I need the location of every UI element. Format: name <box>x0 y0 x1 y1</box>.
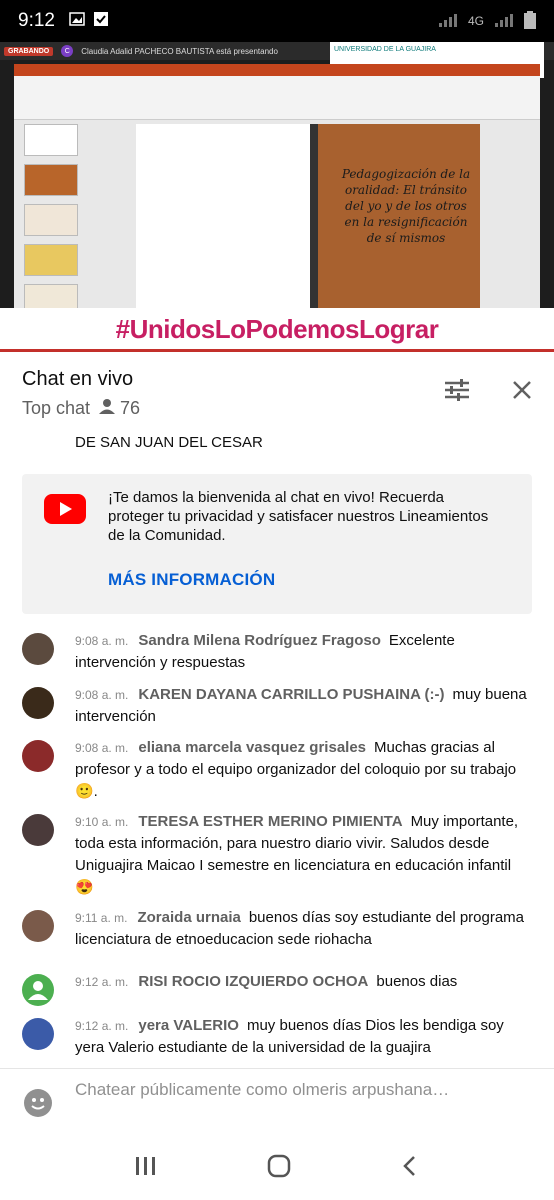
sliders-icon <box>444 378 470 407</box>
network-type: 4G <box>467 14 484 28</box>
avatar[interactable] <box>22 687 54 719</box>
default-avatar-icon <box>28 981 48 1000</box>
chat-header: Chat en vivo Top chat 76 <box>0 352 554 434</box>
chat-message[interactable]: 9:12 a. m. RISI ROCIO IZQUIERDO OCHOA buen… <box>22 971 532 1006</box>
home-icon <box>267 1154 291 1177</box>
back-icon <box>403 1155 415 1176</box>
slide-thumbnails <box>24 124 84 324</box>
presenter-text: Claudia Adalid PACHECO BAUTISTA está pre… <box>81 46 278 56</box>
presenter-avatar: C <box>61 45 74 57</box>
system-nav-bar <box>0 1136 554 1200</box>
slide-canvas <box>136 124 316 324</box>
back-button[interactable] <box>400 1154 420 1183</box>
checkbox-icon <box>93 11 109 32</box>
slide-thumbnail <box>24 244 78 276</box>
hashtag-banner: #UnidosLoPodemosLograr <box>0 308 554 350</box>
message-author[interactable]: Zoraida urnaia <box>137 909 240 926</box>
gallery-icon <box>69 11 85 31</box>
message-author[interactable]: eliana marcela vasquez grisales <box>138 739 366 756</box>
status-bar: 9:12 4G <box>0 0 554 42</box>
message-author[interactable]: RISI ROCIO IZQUIERDO OCHOA <box>138 973 368 990</box>
chat-mode-label: Top chat <box>22 398 91 418</box>
chat-title: Chat en vivo <box>22 368 134 390</box>
close-icon <box>512 380 532 405</box>
chat-settings-button[interactable] <box>441 376 473 408</box>
chat-message[interactable]: 9:12 a. m. yera VALERIO muy buenos días Di… <box>22 1015 532 1059</box>
battery-icon <box>524 10 536 32</box>
message-time: 9:08 a. m. <box>75 634 129 648</box>
chat-mode-selector[interactable]: Top chat 76 <box>22 398 140 419</box>
message-time: 9:10 a. m. <box>75 815 129 829</box>
avatar[interactable] <box>22 740 54 772</box>
message-author[interactable]: yera VALERIO <box>138 1017 239 1034</box>
signal-icon <box>438 13 458 30</box>
slide-thumbnail <box>24 164 78 196</box>
signal-icon-2 <box>494 13 514 30</box>
chat-message[interactable]: 9:11 a. m. Zoraida urnaia buenos días soy … <box>22 907 532 951</box>
chat-message[interactable]: 9:08 a. m. Sandra Milena Rodríguez Fragos… <box>22 630 532 674</box>
video-player[interactable]: GRABANDO C Claudia Adalid PACHECO BAUTIS… <box>0 42 554 352</box>
home-button[interactable] <box>266 1153 292 1184</box>
message-text: buenos dias <box>376 973 458 990</box>
viewer-count-value: 76 <box>120 398 141 418</box>
message-time: 9:12 a. m. <box>75 1019 129 1033</box>
slide-thumbnail <box>24 204 78 236</box>
ppt-ribbon-tabs <box>14 64 540 76</box>
recent-apps-button[interactable] <box>134 1155 158 1182</box>
person-icon <box>98 398 116 419</box>
ppt-ribbon <box>14 76 540 120</box>
youtube-icon <box>44 494 86 524</box>
message-time: 9:08 a. m. <box>75 741 129 755</box>
chat-message[interactable]: 9:08 a. m. eliana marcela vasquez grisale… <box>22 737 532 803</box>
slide-title: Pedagogización de la oralidad: El tránsi… <box>341 167 471 245</box>
avatar[interactable] <box>22 910 54 942</box>
avatar[interactable] <box>22 974 54 1006</box>
message-author[interactable]: KAREN DAYANA CARRILLO PUSHAINA (:-) <box>138 686 444 703</box>
slide-thumbnail <box>24 124 78 156</box>
viewer-count: 76 <box>98 398 140 419</box>
close-chat-button[interactable] <box>506 376 538 408</box>
previous-message-fragment: DE SAN JUAN DEL CESAR <box>75 434 263 451</box>
message-author[interactable]: TERESA ESTHER MERINO PIMIENTA <box>138 813 402 830</box>
avatar[interactable] <box>22 1018 54 1050</box>
avatar[interactable] <box>22 814 54 846</box>
message-time: 9:12 a. m. <box>75 975 129 989</box>
message-author[interactable]: Sandra Milena Rodríguez Fragoso <box>138 632 381 649</box>
emoji-icon <box>31 1098 45 1110</box>
status-time: 9:12 <box>18 10 55 31</box>
message-time: 9:11 a. m. <box>75 911 128 925</box>
recent-apps-icon <box>136 1156 155 1175</box>
message-time: 9:08 a. m. <box>75 688 129 702</box>
chat-message[interactable]: 9:10 a. m. TERESA ESTHER MERINO PIMIENTA M… <box>22 811 532 899</box>
emoji-button[interactable] <box>24 1089 52 1117</box>
chat-input[interactable]: Chatear públicamente como olmeris arpush… <box>75 1079 475 1101</box>
chat-messages[interactable]: DE SAN JUAN DEL CESAR ¡Te damos la bienv… <box>0 434 554 1068</box>
more-info-link[interactable]: MÁS INFORMACIÓN <box>108 570 275 590</box>
avatar[interactable] <box>22 633 54 665</box>
recording-badge: GRABANDO <box>4 46 54 56</box>
chat-input-bar: Chatear públicamente como olmeris arpush… <box>0 1068 554 1136</box>
welcome-text: ¡Te damos la bienvenida al chat en vivo!… <box>108 489 489 544</box>
banner-text: #UnidosLoPodemosLograr <box>115 313 439 344</box>
slide-notebook-image: Pedagogización de la oralidad: El tránsi… <box>310 124 480 324</box>
welcome-card: ¡Te damos la bienvenida al chat en vivo!… <box>22 474 532 614</box>
chat-message[interactable]: 9:08 a. m. KAREN DAYANA CARRILLO PUSHAINA… <box>22 684 532 728</box>
